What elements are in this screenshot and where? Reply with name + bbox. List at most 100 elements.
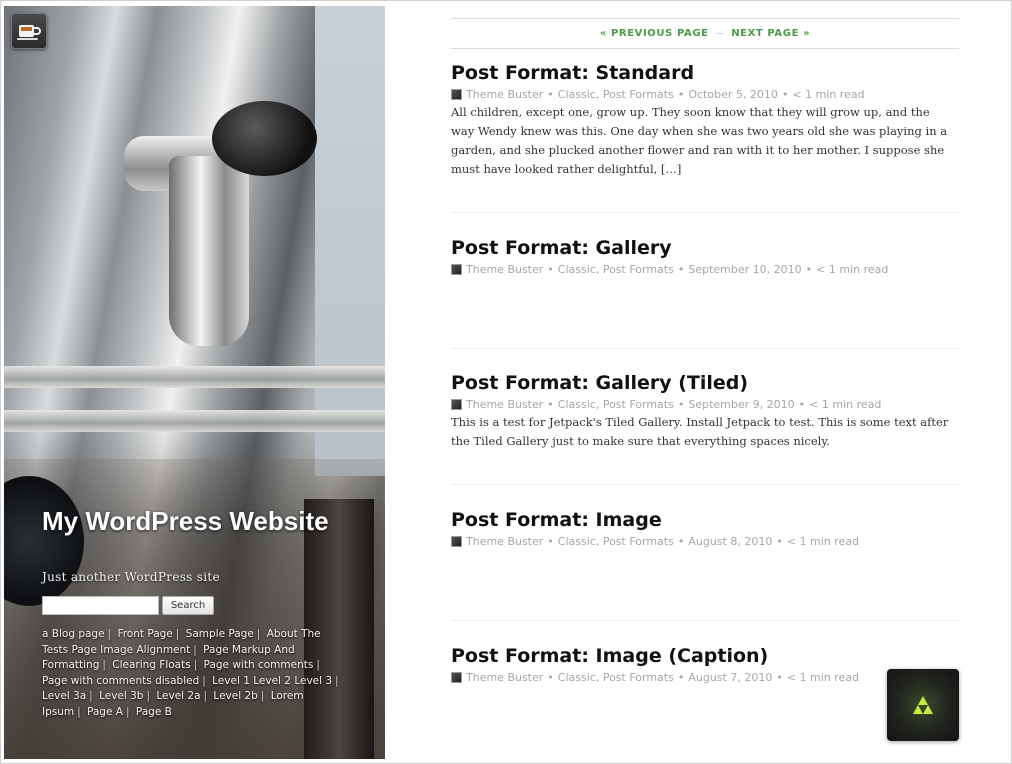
post-title[interactable]: Post Format: Gallery bbox=[451, 237, 959, 259]
post-meta: Theme Buster • Classic, Post Formats • O… bbox=[451, 88, 959, 101]
meta-separator: • bbox=[677, 398, 685, 411]
floating-action-button[interactable] bbox=[887, 669, 959, 741]
menu-item[interactable]: Sample Page bbox=[186, 628, 254, 640]
menu-item[interactable]: Page with comments disabled bbox=[42, 675, 199, 687]
menu-item[interactable]: Level 3 bbox=[294, 675, 332, 687]
post-divider bbox=[451, 212, 959, 213]
post-date[interactable]: October 5, 2010 bbox=[688, 88, 778, 101]
menu-item[interactable]: Level 2 bbox=[253, 675, 291, 687]
menu-separator: | bbox=[316, 659, 320, 671]
post-author[interactable]: Theme Buster bbox=[466, 535, 543, 548]
meta-separator: • bbox=[677, 535, 685, 548]
post-item: Post Format: Gallery Theme Buster • Clas… bbox=[451, 237, 959, 276]
post-categories[interactable]: Classic, Post Formats bbox=[558, 671, 674, 684]
post-categories[interactable]: Classic, Post Formats bbox=[558, 398, 674, 411]
meta-separator: • bbox=[776, 671, 783, 684]
menu-item[interactable]: Level 2b bbox=[213, 690, 257, 702]
search-input[interactable] bbox=[42, 596, 159, 615]
menu-item[interactable]: Page with comments bbox=[204, 659, 314, 671]
post-categories[interactable]: Classic, Post Formats bbox=[558, 535, 674, 548]
background-wall bbox=[315, 6, 385, 476]
menu-item[interactable]: Clearing Floats bbox=[112, 659, 190, 671]
post-title[interactable]: Post Format: Gallery (Tiled) bbox=[451, 372, 959, 394]
sidebar-menu: a Blog page | Front Page | Sample Page | Ab… bbox=[42, 627, 342, 720]
post-categories[interactable]: Classic, Post Formats bbox=[558, 88, 674, 101]
post-read-time: < 1 min read bbox=[786, 671, 860, 684]
menu-item[interactable]: Front Page bbox=[117, 628, 172, 640]
menu-separator: | bbox=[107, 628, 112, 640]
post-item: Post Format: Image (Caption) Theme Buste… bbox=[451, 645, 959, 684]
post-item: Post Format: Standard Theme Buster • Cla… bbox=[451, 62, 959, 179]
menu-item[interactable]: Level 3b bbox=[99, 690, 143, 702]
post-divider bbox=[451, 348, 959, 349]
post-title[interactable]: Post Format: Image bbox=[451, 509, 959, 531]
meta-separator: • bbox=[547, 535, 554, 548]
post-date[interactable]: August 7, 2010 bbox=[688, 671, 772, 684]
menu-separator: | bbox=[102, 659, 106, 671]
meta-separator: • bbox=[547, 398, 554, 411]
post-meta: Theme Buster • Classic, Post Formats • A… bbox=[451, 671, 959, 684]
site-description: Just another WordPress site bbox=[42, 570, 220, 584]
meta-separator: • bbox=[781, 88, 789, 101]
post-title[interactable]: Post Format: Image (Caption) bbox=[451, 645, 959, 667]
post-excerpt: All children, except one, grow up. They … bbox=[451, 105, 948, 176]
coffee-cup-icon[interactable] bbox=[11, 13, 47, 49]
author-avatar-icon bbox=[451, 536, 462, 547]
pager-separator: — bbox=[714, 28, 726, 39]
meta-separator: • bbox=[547, 88, 554, 101]
menu-item[interactable]: Page A bbox=[87, 706, 123, 718]
post-excerpt: This is a test for Jetpack's Tiled Galle… bbox=[451, 415, 949, 448]
post-categories[interactable]: Classic, Post Formats bbox=[558, 263, 674, 276]
menu-item[interactable]: a Blog page bbox=[42, 628, 105, 640]
post-meta: Theme Buster • Classic, Post Formats • S… bbox=[451, 263, 959, 276]
main-content: « PREVIOUS PAGE — NEXT PAGE » bbox=[451, 6, 959, 49]
menu-separator: | bbox=[193, 659, 198, 671]
post-divider bbox=[451, 484, 959, 485]
triforce-icon bbox=[913, 696, 933, 714]
author-avatar-icon bbox=[451, 264, 462, 275]
menu-item[interactable]: Page B bbox=[136, 706, 172, 718]
post-item: Post Format: Gallery (Tiled) Theme Buste… bbox=[451, 372, 959, 451]
menu-item[interactable]: Page Image Alignment bbox=[72, 644, 191, 656]
menu-separator: | bbox=[77, 705, 81, 718]
post-author[interactable]: Theme Buster bbox=[466, 263, 543, 276]
post-read-time: < 1 min read bbox=[792, 88, 865, 101]
pagination: « PREVIOUS PAGE — NEXT PAGE » bbox=[451, 18, 959, 49]
photo-band bbox=[4, 410, 385, 432]
menu-item[interactable]: Level 2a bbox=[156, 690, 200, 702]
post-date[interactable]: August 8, 2010 bbox=[688, 535, 772, 548]
menu-separator: | bbox=[125, 705, 130, 718]
menu-separator: | bbox=[193, 643, 197, 656]
menu-separator: | bbox=[203, 690, 208, 702]
post-read-time: < 1 min read bbox=[786, 535, 860, 548]
meta-separator: • bbox=[677, 263, 685, 276]
post-date[interactable]: September 9, 2010 bbox=[688, 398, 794, 411]
post-read-time: < 1 min read bbox=[809, 398, 882, 411]
menu-item[interactable]: Level 3a bbox=[42, 690, 86, 702]
site-title[interactable]: My WordPress Website bbox=[42, 508, 362, 534]
meta-separator: • bbox=[547, 263, 554, 276]
post-date[interactable]: September 10, 2010 bbox=[688, 263, 801, 276]
post-author[interactable]: Theme Buster bbox=[466, 398, 543, 411]
post-author[interactable]: Theme Buster bbox=[466, 88, 543, 101]
post-item: Post Format: Image Theme Buster • Classi… bbox=[451, 509, 959, 548]
post-meta: Theme Buster • Classic, Post Formats • A… bbox=[451, 535, 959, 548]
search-button[interactable]: Search bbox=[162, 596, 214, 615]
menu-item[interactable]: Level 1 bbox=[212, 675, 250, 687]
previous-page-link[interactable]: « PREVIOUS PAGE bbox=[600, 28, 709, 39]
meta-separator: • bbox=[798, 398, 806, 411]
meta-separator: • bbox=[805, 263, 813, 276]
menu-separator: | bbox=[260, 690, 265, 702]
post-author[interactable]: Theme Buster bbox=[466, 671, 543, 684]
author-avatar-icon bbox=[451, 399, 462, 410]
meta-separator: • bbox=[677, 88, 685, 101]
menu-separator: | bbox=[335, 674, 339, 687]
coffee-cup-icon-graphic bbox=[17, 25, 41, 40]
menu-separator: | bbox=[175, 628, 180, 640]
next-page-link[interactable]: NEXT PAGE » bbox=[731, 28, 810, 39]
menu-separator: | bbox=[202, 674, 206, 687]
post-read-time: < 1 min read bbox=[816, 263, 889, 276]
photo-tap-body bbox=[169, 156, 249, 346]
post-title[interactable]: Post Format: Standard bbox=[451, 62, 959, 84]
meta-separator: • bbox=[677, 671, 685, 684]
